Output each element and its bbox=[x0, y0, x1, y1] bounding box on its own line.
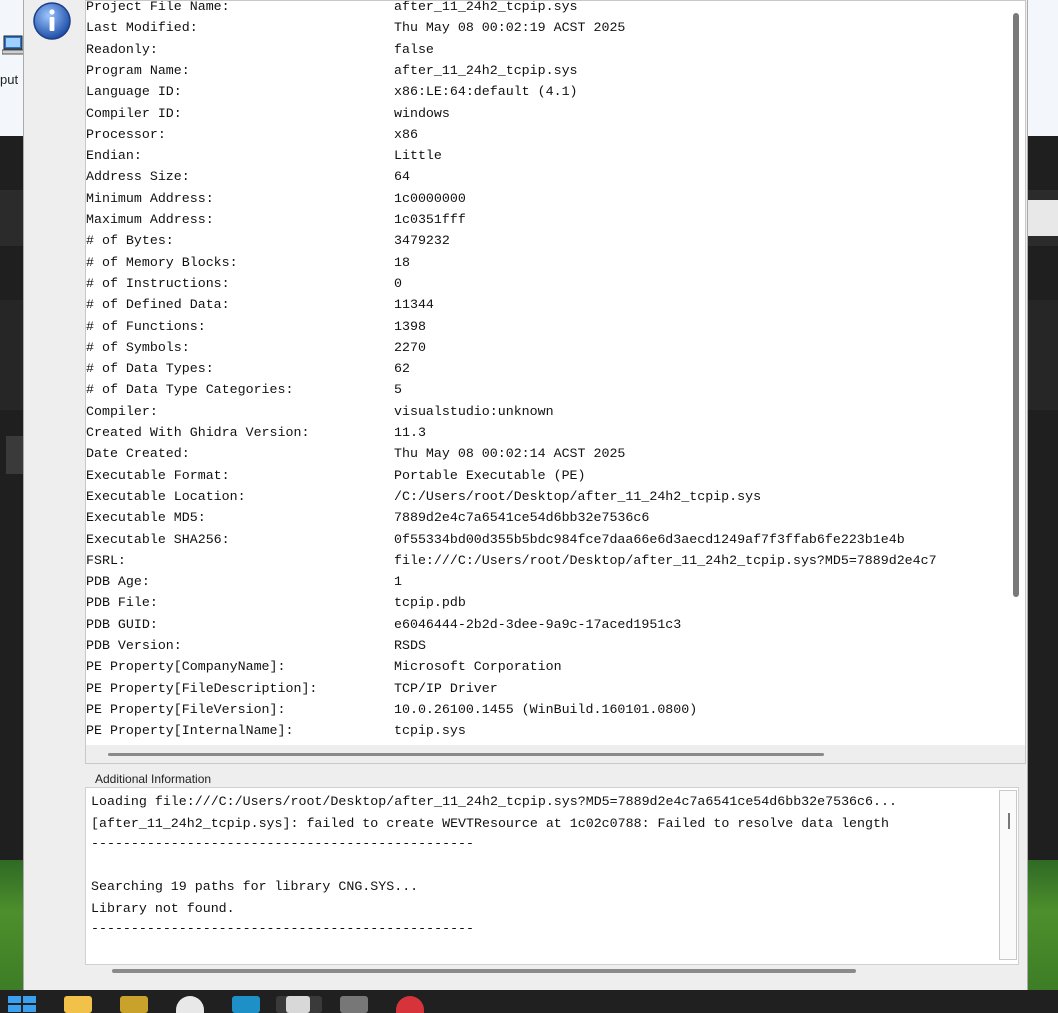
property-value: 1 bbox=[394, 574, 402, 590]
file-explorer-icon[interactable] bbox=[64, 996, 92, 1013]
log-line: [after_11_24h2_tcpip.sys]: failed to cre… bbox=[91, 816, 889, 831]
property-value: 64 bbox=[394, 169, 410, 185]
property-key: Compiler: bbox=[86, 403, 158, 419]
property-key: Processor: bbox=[86, 126, 166, 142]
property-key: PE Property[InternalName]: bbox=[86, 723, 294, 739]
property-value: 18 bbox=[394, 254, 410, 270]
property-key: Maximum Address: bbox=[86, 212, 214, 227]
property-key: Date Created: bbox=[86, 446, 190, 462]
computer-icon[interactable] bbox=[2, 34, 24, 56]
additional-information-log[interactable]: Loading file:///C:/Users/root/Desktop/af… bbox=[85, 787, 1019, 965]
property-key: PDB Age: bbox=[86, 574, 150, 590]
property-value: 2270 bbox=[394, 339, 426, 355]
log-line: ----------------------------------------… bbox=[91, 836, 475, 851]
additional-information-title: Additional Information bbox=[95, 772, 212, 786]
property-key: # of Instructions: bbox=[86, 275, 230, 291]
property-value: TCP/IP Driver bbox=[394, 680, 498, 696]
taskbar bbox=[0, 990, 1058, 1013]
log-vertical-scroll-thumb[interactable] bbox=[1008, 813, 1010, 829]
property-key: Project File Name: bbox=[86, 0, 230, 14]
property-value: 1398 bbox=[394, 318, 426, 334]
property-value: windows bbox=[394, 105, 450, 121]
property-key: PDB Version: bbox=[86, 638, 182, 653]
property-value: RSDS bbox=[394, 638, 426, 653]
property-value: 0f55334bd00d355b5bdc984fce7daa66e6d3aecd… bbox=[394, 531, 905, 547]
program-properties-panel[interactable]: Project File Name: after_11_24h2_tcpip.sy… bbox=[85, 0, 1026, 764]
property-value: 11344 bbox=[394, 297, 434, 313]
property-value: visualstudio:unknown bbox=[394, 403, 554, 419]
property-value: file:///C:/Users/root/Desktop/after_11_2… bbox=[394, 552, 937, 568]
property-key: # of Bytes: bbox=[86, 233, 174, 249]
property-key: # of Functions: bbox=[86, 318, 206, 334]
program-info-dialog: Project File Name: after_11_24h2_tcpip.sy… bbox=[23, 0, 1028, 990]
background-window-control bbox=[1026, 200, 1058, 236]
property-key: Program Name: bbox=[86, 62, 190, 78]
store-icon[interactable] bbox=[232, 996, 260, 1013]
property-key: Last Modified: bbox=[86, 20, 198, 36]
background-window-control bbox=[6, 436, 24, 474]
property-key: PE Property[FileDescription]: bbox=[86, 680, 318, 696]
log-line: ----------------------------------------… bbox=[91, 921, 475, 936]
property-key: Address Size: bbox=[86, 169, 190, 185]
property-key: # of Memory Blocks: bbox=[86, 254, 238, 270]
property-value: Little bbox=[394, 148, 442, 164]
property-value: e6046444-2b2d-3dee-9a9c-17aced1951c3 bbox=[394, 616, 682, 632]
start-icon[interactable] bbox=[8, 996, 36, 1013]
terminal-icon[interactable] bbox=[340, 996, 368, 1013]
property-value: 62 bbox=[394, 361, 410, 377]
property-value: 1c0351fff bbox=[394, 212, 466, 227]
desktop-icon-label[interactable]: put bbox=[0, 72, 18, 87]
property-value: tcpip.sys bbox=[394, 723, 466, 739]
property-key: FSRL: bbox=[86, 552, 126, 568]
property-key: Endian: bbox=[86, 148, 142, 164]
property-value: 3479232 bbox=[394, 233, 450, 249]
property-value: x86:LE:64:default (4.1) bbox=[394, 84, 578, 100]
properties-vertical-scrollbar[interactable] bbox=[1013, 13, 1019, 597]
property-key: # of Data Type Categories: bbox=[86, 382, 294, 398]
notepad-icon bbox=[286, 996, 310, 1013]
log-line: Searching 19 paths for library CNG.SYS..… bbox=[91, 879, 419, 894]
property-key: # of Symbols: bbox=[86, 339, 190, 355]
property-value: after_11_24h2_tcpip.sys bbox=[394, 62, 578, 78]
property-value: after_11_24h2_tcpip.sys bbox=[394, 0, 578, 14]
property-value: 11.3 bbox=[394, 425, 426, 440]
property-key: Created With Ghidra Version: bbox=[86, 425, 310, 440]
property-key: Executable Location: bbox=[86, 488, 246, 504]
property-key: PDB File: bbox=[86, 595, 158, 611]
property-value: 7889d2e4c7a6541ce54d6bb32e7536c6 bbox=[394, 510, 650, 526]
info-icon bbox=[33, 2, 71, 40]
property-key: Executable MD5: bbox=[86, 510, 206, 526]
property-value: tcpip.pdb bbox=[394, 595, 466, 611]
log-line: Library not found. bbox=[91, 901, 235, 916]
log-vertical-scrollbar[interactable] bbox=[999, 790, 1017, 960]
pinned-app-icon[interactable] bbox=[120, 996, 148, 1013]
property-value: x86 bbox=[394, 126, 418, 142]
chrome-icon[interactable] bbox=[396, 996, 424, 1013]
log-line: Loading file:///C:/Users/root/Desktop/af… bbox=[91, 794, 897, 809]
properties-horizontal-scrollbar[interactable] bbox=[108, 753, 824, 756]
property-key: PE Property[CompanyName]: bbox=[86, 659, 286, 675]
property-value: 0 bbox=[394, 275, 402, 291]
property-value: Thu May 08 00:02:14 ACST 2025 bbox=[394, 446, 626, 462]
property-key: Executable SHA256: bbox=[86, 531, 230, 547]
property-value: 5 bbox=[394, 382, 402, 398]
property-key: Readonly: bbox=[86, 41, 158, 57]
property-key: Language ID: bbox=[86, 84, 182, 100]
property-value: 10.0.26100.1455 (WinBuild.160101.0800) bbox=[394, 701, 698, 717]
property-value: 1c0000000 bbox=[394, 190, 466, 206]
property-key: # of Defined Data: bbox=[86, 297, 230, 313]
browser-icon[interactable] bbox=[176, 996, 204, 1013]
property-key: Compiler ID: bbox=[86, 105, 182, 121]
property-key: PE Property[FileVersion]: bbox=[86, 701, 286, 717]
property-key: # of Data Types: bbox=[86, 361, 214, 377]
property-key: PDB GUID: bbox=[86, 616, 158, 632]
property-value: Microsoft Corporation bbox=[394, 659, 562, 675]
property-key: Executable Format: bbox=[86, 467, 230, 483]
log-horizontal-scrollbar[interactable] bbox=[112, 969, 856, 973]
property-value: Thu May 08 00:02:19 ACST 2025 bbox=[394, 20, 626, 36]
property-value: Portable Executable (PE) bbox=[394, 467, 586, 483]
property-value: /C:/Users/root/Desktop/after_11_24h2_tcp… bbox=[394, 488, 762, 504]
property-value: false bbox=[394, 41, 434, 57]
property-key: Minimum Address: bbox=[86, 190, 214, 206]
